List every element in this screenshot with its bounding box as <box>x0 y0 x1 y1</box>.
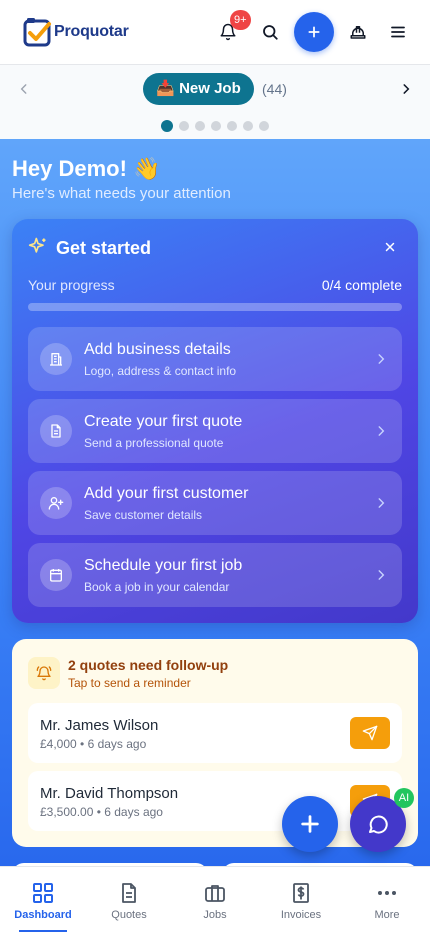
more-icon <box>378 891 396 895</box>
menu-button[interactable] <box>386 20 410 44</box>
pager-dot[interactable] <box>211 121 221 131</box>
follow-up-item[interactable]: Mr. James Wilson £4,000 • 6 days ago <box>28 703 402 763</box>
quotes-icon <box>122 883 136 903</box>
customer-name: Mr. David Thompson <box>40 785 179 802</box>
job-count: (44) <box>262 81 287 97</box>
follow-up-subtitle: Tap to send a reminder <box>68 676 191 690</box>
plus-icon <box>308 26 320 38</box>
quote-meta: £3,500.00 • 6 days ago <box>40 805 163 819</box>
tab-label: Invoices <box>280 909 322 921</box>
search-icon <box>263 25 278 40</box>
pager-dot[interactable] <box>243 121 253 131</box>
bell-ring-icon <box>28 657 60 689</box>
tab-label: More <box>374 909 400 921</box>
chevron-right-icon <box>374 493 388 513</box>
logo[interactable]: Proquotar <box>22 16 129 48</box>
hamburger-icon <box>391 26 405 38</box>
send-icon <box>362 725 378 741</box>
tab-label: Jobs <box>203 909 227 921</box>
task-title: Schedule your first job <box>84 557 243 574</box>
tab-more[interactable]: More <box>344 867 430 932</box>
hard-hat-icon <box>350 26 366 39</box>
pager-dot[interactable] <box>161 120 173 132</box>
task-subtitle: Logo, address & contact info <box>84 364 237 378</box>
quick-actions-bar: 📥 New Job (44) <box>0 65 430 139</box>
quote-meta: £4,000 • 6 days ago <box>40 737 147 751</box>
logo-text: Proquotar <box>54 23 129 40</box>
follow-up-item[interactable]: Mr. David Thompson £3,500.00 • 6 days ag… <box>28 771 402 831</box>
progress-value: 0/4 complete <box>321 277 402 293</box>
document-icon <box>40 415 72 447</box>
task-subtitle: Save customer details <box>84 508 203 522</box>
task-subtitle: Book a job in your calendar <box>84 580 230 594</box>
calendar-icon <box>40 559 72 591</box>
task-schedule-first-job[interactable]: Schedule your first job Book a job in yo… <box>28 543 402 607</box>
tab-label: Dashboard <box>14 909 72 921</box>
pager-dot[interactable] <box>195 121 205 131</box>
dismiss-button[interactable] <box>380 237 400 257</box>
task-create-first-quote[interactable]: Create your first quote Send a professio… <box>28 399 402 463</box>
chevron-right-icon <box>374 565 388 585</box>
create-button[interactable] <box>294 12 334 52</box>
previous-button[interactable] <box>14 79 34 99</box>
briefcase-icon <box>205 885 225 902</box>
task-subtitle: Send a professional quote <box>84 436 224 450</box>
pager-dot[interactable] <box>227 121 237 131</box>
chevron-right-icon <box>374 421 388 441</box>
dashboard-icon <box>33 883 53 903</box>
logo-icon <box>23 18 51 47</box>
close-icon <box>385 242 395 252</box>
chevron-right-icon <box>374 349 388 369</box>
next-button[interactable] <box>396 79 416 99</box>
new-job-button[interactable]: 📥 New Job <box>143 73 254 105</box>
task-title: Create your first quote <box>84 413 243 430</box>
progress-bar <box>28 303 402 311</box>
follow-up-title: 2 quotes need follow-up <box>68 657 229 673</box>
pager-dot[interactable] <box>259 121 269 131</box>
chevron-left-icon <box>20 84 27 94</box>
tab-jobs[interactable]: Jobs <box>172 867 258 932</box>
top-header: Proquotar 9+ <box>0 0 430 65</box>
customer-name: Mr. James Wilson <box>40 717 159 734</box>
plus-icon <box>301 815 319 833</box>
notification-badge: 9+ <box>230 10 251 30</box>
get-started-card: Get started Your progress 0/4 complete A… <box>12 219 418 623</box>
task-add-business-details[interactable]: Add business details Logo, address & con… <box>28 327 402 391</box>
invoice-icon <box>293 883 309 903</box>
greeting-subtitle: Here's what needs your attention <box>12 185 231 202</box>
chat-bubble-icon <box>369 815 388 834</box>
ai-badge: AI <box>394 788 414 808</box>
greeting-title: Hey Demo! 👋 <box>12 156 161 181</box>
chevron-right-icon <box>403 84 410 94</box>
tab-dashboard[interactable]: Dashboard <box>0 867 86 932</box>
task-title: Add business details <box>84 341 231 358</box>
quick-add-fab[interactable] <box>282 796 338 852</box>
tab-label: Quotes <box>111 909 147 921</box>
user-plus-icon <box>40 487 72 519</box>
task-add-first-customer[interactable]: Add your first customer Save customer de… <box>28 471 402 535</box>
tab-invoices[interactable]: Invoices <box>258 867 344 932</box>
pager-dots <box>161 120 269 132</box>
tab-quotes[interactable]: Quotes <box>86 867 172 932</box>
send-reminder-button[interactable] <box>350 717 390 749</box>
building-icon <box>40 343 72 375</box>
pager-dot[interactable] <box>179 121 189 131</box>
progress-label: Your progress <box>28 277 115 293</box>
bottom-tab-bar: Dashboard Quotes Jobs Invoices More <box>0 866 430 932</box>
search-button[interactable] <box>258 20 282 44</box>
task-title: Add your first customer <box>84 485 249 502</box>
get-started-title: Get started <box>56 238 152 258</box>
sparkles-icon <box>28 236 48 256</box>
hard-hat-button[interactable] <box>346 20 370 44</box>
